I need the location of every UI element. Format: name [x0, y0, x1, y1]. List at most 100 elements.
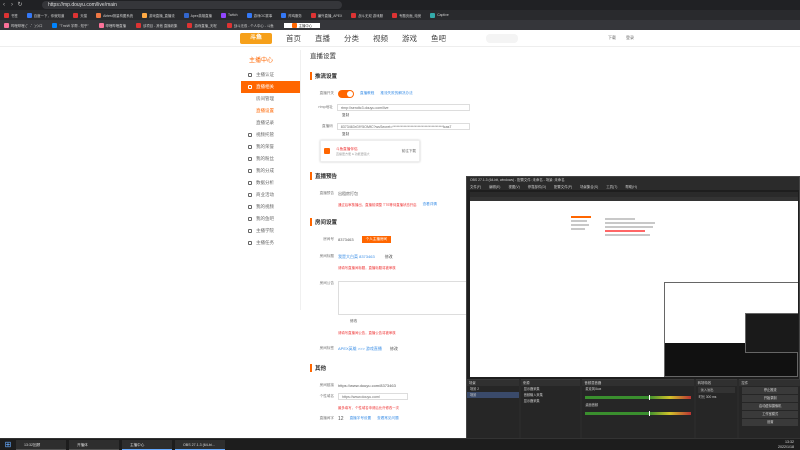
room-link-value[interactable]: https://www.douyu.com/8373463 — [338, 383, 396, 388]
start-recording-button[interactable]: 开始录制 — [742, 395, 799, 402]
bookmark-item[interactable]: 百度一下，你就知道 — [26, 12, 64, 18]
source-item[interactable]: 显示器采集 — [521, 398, 581, 404]
windows-start-icon[interactable]: ⊞ — [3, 440, 13, 450]
browser-tab[interactable]: 游戏直播_天呢 — [187, 22, 217, 28]
taskbar-item[interactable]: 主播中心 — [122, 439, 172, 450]
scene-item-selected[interactable]: 场景 — [467, 392, 519, 398]
browser-tab[interactable]: 哔哩哔哩 (゜-゜)つロ — [4, 22, 42, 28]
notice-detail-link[interactable]: 查看详情 — [423, 202, 437, 207]
sidebar-sub-records[interactable]: 直播记录 — [241, 117, 300, 129]
bookmark-item[interactable]: 编外直播_APEX — [310, 12, 342, 18]
nav-video[interactable]: 视频 — [373, 33, 388, 44]
browser-tab-active[interactable]: 主播中心 — [283, 22, 321, 28]
push-fail-link[interactable]: 推流失败的解决办法 — [380, 91, 412, 96]
sidebar-item-honor[interactable]: 我的荣誉 — [241, 141, 300, 153]
title-tip: 请填写直播间标题，直播标题将被审核 — [338, 266, 396, 270]
mic-volume-meter[interactable] — [585, 395, 691, 400]
bookmark-item[interactable]: Captive — [430, 12, 449, 18]
sidebar-item-live[interactable]: 直播相关 — [241, 81, 300, 93]
sidebar-item-tasks[interactable]: 主播任务 — [241, 237, 300, 249]
obs-menu-docks[interactable]: 停靠部件(D) — [528, 184, 546, 190]
download-companion-button[interactable]: 前往下载 — [402, 149, 416, 154]
sidebar-item-data[interactable]: 数据分析 — [241, 177, 300, 189]
nav-category[interactable]: 分类 — [344, 33, 359, 44]
douyu-logo[interactable]: 斗鱼 — [240, 32, 272, 44]
taskbar-item[interactable]: 13:32回顾 — [16, 439, 66, 450]
rtmp-field[interactable]: rtmp://sendtc3.douyu.com/live — [336, 104, 470, 111]
obs-preview-canvas[interactable] — [470, 192, 798, 377]
sidebar-item-academy[interactable]: 主播学院 — [241, 225, 300, 237]
sidebar-item-video-host[interactable]: 视频托管 — [241, 129, 300, 141]
transition-duration[interactable]: 时长 300 ms — [696, 394, 738, 400]
studio-mode-button[interactable]: 工作室模式 — [742, 411, 799, 418]
stream-key-field[interactable]: 8373463rGfY5OMfC?wsSecret=**************… — [336, 123, 470, 130]
nav-game[interactable]: 游戏 — [402, 33, 417, 44]
bookmark-item[interactable]: 战斗无双 游戏服 — [351, 12, 383, 18]
bookmark-item[interactable]: 炸鸡服务 — [281, 12, 302, 18]
obs-menu-scene-collection[interactable]: 场景集合(S) — [580, 184, 598, 190]
address-bar[interactable]: https://mp.douyu.com/live/main — [42, 1, 342, 9]
font-setting-link[interactable]: 直播字号设置 — [350, 416, 372, 421]
nav-yuba[interactable]: 鱼吧 — [431, 33, 446, 44]
preview-sidebar-active — [571, 216, 591, 218]
sidebar-item-certification[interactable]: 主播认证 — [241, 69, 300, 81]
taskbar-item[interactable]: OBS 27.1.3 (64-bi... — [175, 439, 225, 450]
obs-menu-edit[interactable]: 编辑(E) — [489, 184, 500, 190]
browser-tab[interactable]: 该项目 - 其他 直播收集 — [135, 22, 177, 28]
push-toggle[interactable] — [338, 89, 354, 98]
font-size-value[interactable]: 12 — [338, 416, 344, 422]
settings-button[interactable]: 设置 — [742, 419, 799, 426]
virtual-camera-button[interactable]: 启动虚拟摄像机 — [742, 403, 799, 410]
nav-live[interactable]: 直播 — [315, 33, 330, 44]
transition-select[interactable]: 淡入淡出 — [697, 387, 736, 393]
bookmark-item[interactable]: Airtest测量构图系统 — [96, 12, 133, 18]
obs-menu-help[interactable]: 帮助(H) — [625, 184, 637, 190]
desktop-volume-meter[interactable] — [585, 411, 691, 416]
bookmark-item[interactable]: Apex英雄直播 — [183, 12, 212, 18]
sidebar-sub-settings[interactable]: 直播设置 — [241, 105, 300, 117]
obs-menu-view[interactable]: 视图(V) — [508, 184, 519, 190]
font-faq-link[interactable]: 查看常见问题 — [377, 416, 399, 421]
taskbar-item[interactable]: 开播体 — [69, 439, 119, 450]
custom-domain-label: 个性域名 — [319, 394, 334, 398]
edit-title-button[interactable]: 修改 — [385, 254, 393, 260]
notice-value[interactable]: 出租房打包 — [338, 191, 358, 197]
obs-title-bar[interactable]: OBS 27.1.3 (64-bit, windows) - 配置文件: 未命名… — [467, 177, 799, 184]
stop-streaming-button[interactable]: 停止推流 — [742, 387, 799, 394]
download-link[interactable]: 下载 — [608, 35, 616, 41]
reload-icon[interactable]: ↻ — [16, 1, 24, 9]
back-icon[interactable]: ‹ — [0, 1, 8, 9]
obs-menu-profile[interactable]: 配置文件(P) — [554, 184, 572, 190]
bookmark-item[interactable]: 游戏直播_直播流 — [142, 12, 175, 18]
bookmark-item[interactable]: 天猫 — [73, 12, 87, 18]
bookmark-item[interactable]: 书签 — [4, 12, 18, 18]
forward-icon[interactable]: › — [8, 1, 16, 9]
browser-tab[interactable]: 战斗无双 - 个人中心 - 斗鱼 — [226, 22, 274, 28]
sidebar-item-fans[interactable]: 我的粉丝 — [241, 153, 300, 165]
sidebar-item-share[interactable]: 我的分成 — [241, 165, 300, 177]
bookmark-item[interactable]: 游戏OC赛事 — [246, 12, 272, 18]
browser-tab[interactable]: "TmrW 宇帮 - 知乎" — [52, 22, 89, 28]
obs-menu-tools[interactable]: 工具(T) — [606, 184, 617, 190]
sidebar-item-yuba[interactable]: 我的鱼吧 — [241, 213, 300, 225]
bookmark-item[interactable]: Twitch — [220, 12, 238, 18]
browser-tab[interactable]: 哔哩哔哩直播 — [98, 22, 126, 28]
system-clock[interactable]: 13:32 2022/1/18 — [778, 440, 794, 450]
custom-domain-field[interactable]: https://www.douyu.com/ — [338, 393, 408, 400]
room-type-badge[interactable]: 个人主播房间 — [361, 236, 392, 243]
tutorial-link[interactable]: 直播教程 — [360, 91, 374, 96]
bookmark-item[interactable]: 专题页面_电竞 — [391, 12, 421, 18]
sidebar-item-videos[interactable]: 我的视频 — [241, 201, 300, 213]
sidebar-sub-room[interactable]: 房间管理 — [241, 93, 300, 105]
sidebar-item-business[interactable]: 商业活动 — [241, 189, 300, 201]
copy-key-button[interactable]: 复制 — [342, 132, 470, 140]
notice-tip: 通过后审核播出，直播前调整 TTS等待直播状态开启 — [338, 203, 417, 207]
obs-menu-file[interactable]: 文件(F) — [470, 184, 481, 190]
edit-announce-button[interactable]: 修改 — [350, 319, 470, 327]
edit-tags-button[interactable]: 修改 — [390, 346, 398, 352]
nav-home[interactable]: 首页 — [286, 33, 301, 44]
user-avatar[interactable]: 登录 — [626, 35, 634, 41]
copy-rtmp-button[interactable]: 复制 — [342, 113, 470, 121]
search-input[interactable] — [486, 33, 518, 43]
announce-textarea[interactable] — [338, 281, 468, 315]
